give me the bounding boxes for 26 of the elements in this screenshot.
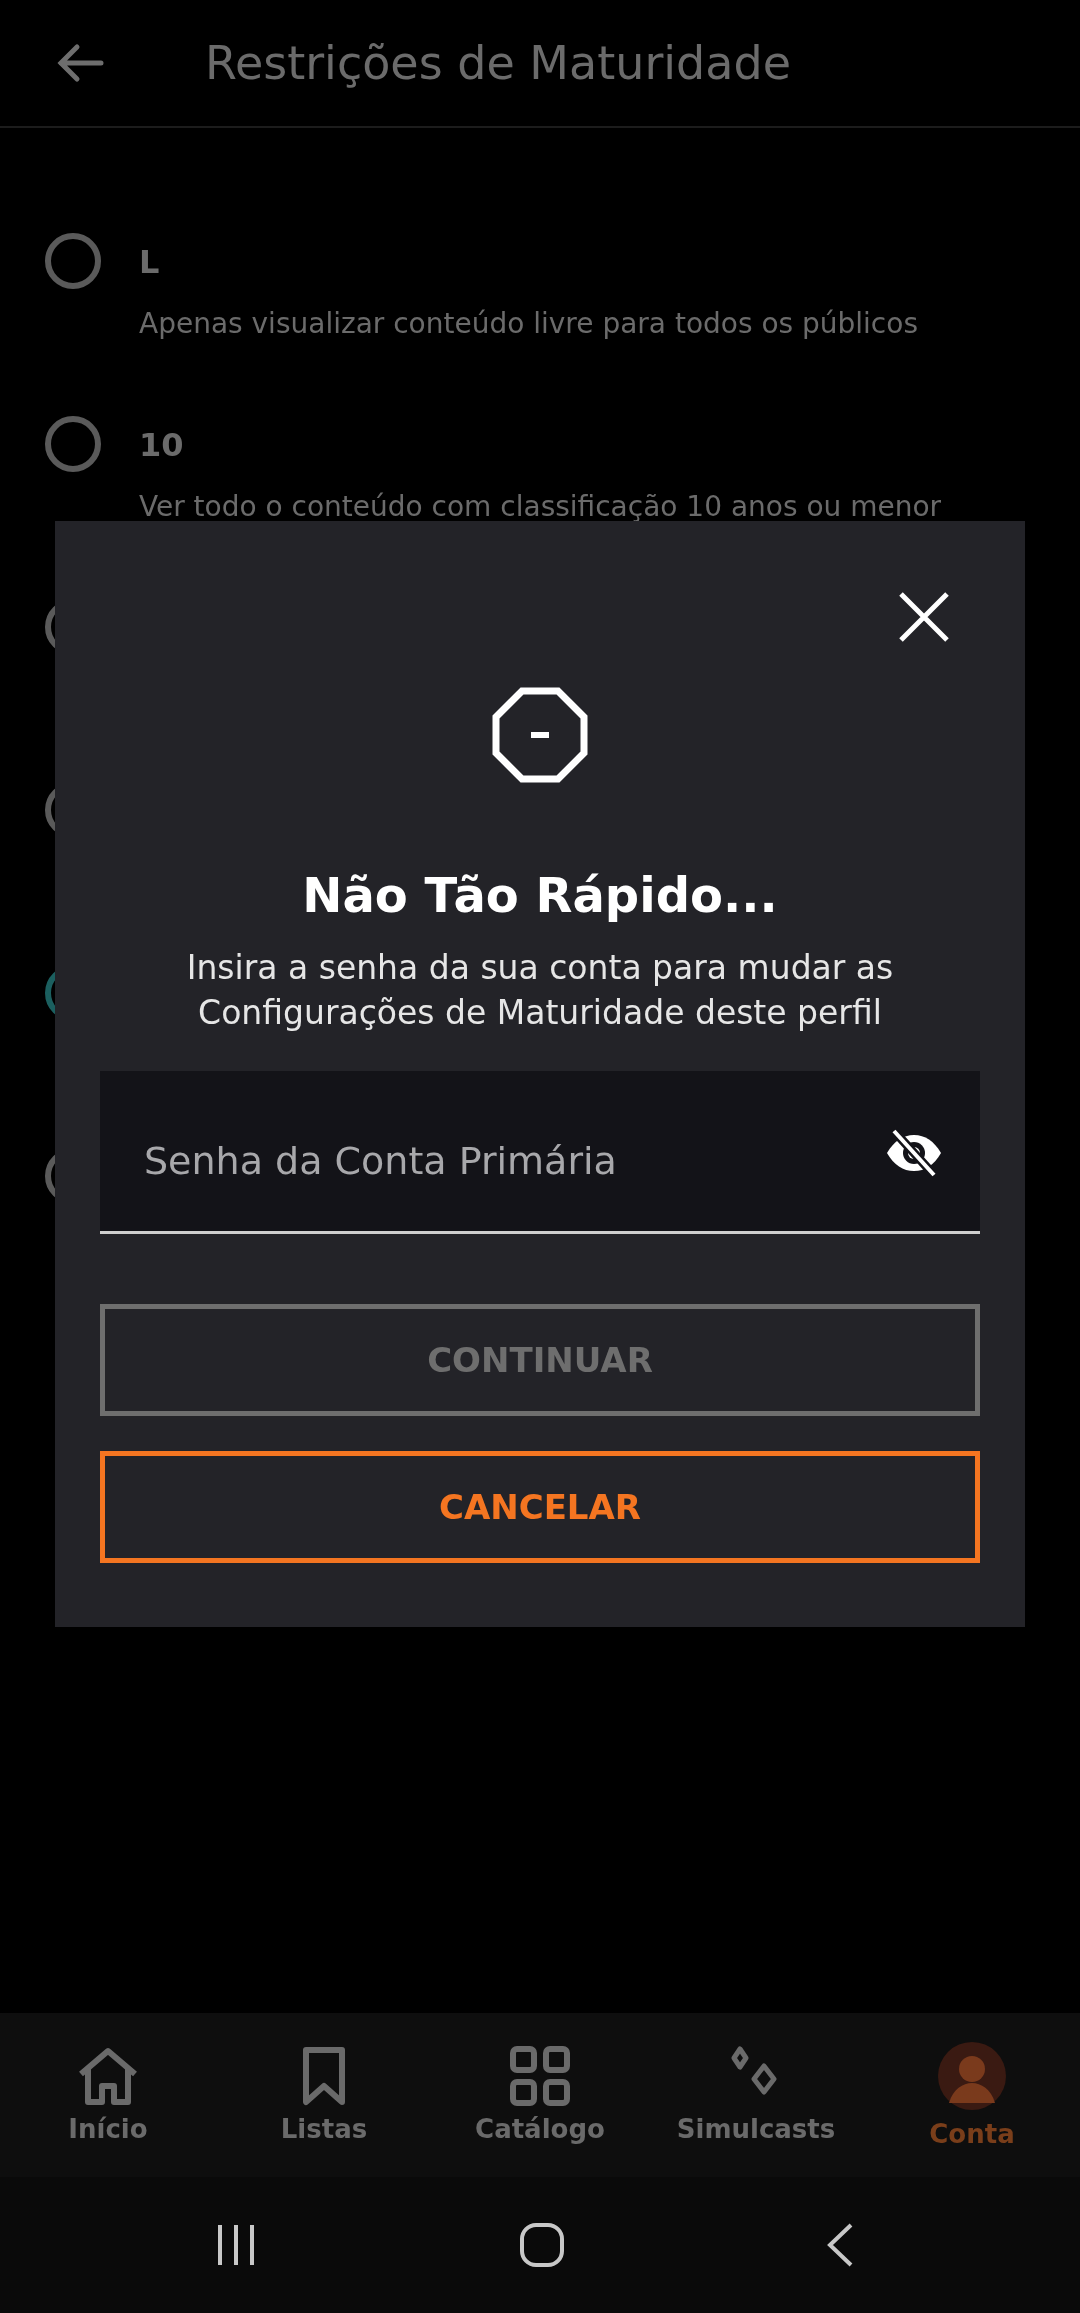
- home-icon: [76, 2046, 140, 2106]
- password-field[interactable]: Senha da Conta Primária: [100, 1071, 980, 1234]
- eye-slash-icon[interactable]: [884, 1127, 944, 1179]
- option-description: Apenas visualizar conteúdo livre para todos os públicos: [139, 307, 918, 340]
- avatar-icon: [937, 2041, 1007, 2111]
- bookmark-icon: [301, 2046, 347, 2106]
- close-icon[interactable]: [898, 591, 950, 643]
- home-button-icon[interactable]: [518, 2222, 565, 2268]
- page-title: Restrições de Maturidade: [205, 36, 791, 90]
- option-description: Ver todo o conteúdo com classificação 10 anos ou menor: [139, 490, 942, 523]
- dialog-message: Insira a senha da sua conta para mudar as Configurações de Maturidade deste perfil: [185, 947, 895, 1034]
- nav-tab[interactable]: Listas: [216, 2013, 432, 2177]
- nav-tab[interactable]: Conta: [864, 2013, 1080, 2177]
- option-label: 10: [139, 426, 185, 464]
- option-label: L: [139, 243, 161, 281]
- radio-button[interactable]: [45, 416, 101, 472]
- nav-tab[interactable]: Início: [0, 2013, 216, 2177]
- radio-button[interactable]: [45, 233, 101, 289]
- dialog-title: Não Tão Rápido...: [302, 867, 778, 923]
- cancel-button[interactable]: CANCELAR: [100, 1451, 980, 1563]
- nav-tab[interactable]: Simulcasts: [648, 2013, 864, 2177]
- back-nav-icon[interactable]: [825, 2222, 855, 2268]
- grid-icon: [510, 2046, 570, 2106]
- back-icon[interactable]: [55, 43, 105, 83]
- nav-tab[interactable]: Catálogo: [432, 2013, 648, 2177]
- stop-icon: [492, 687, 588, 783]
